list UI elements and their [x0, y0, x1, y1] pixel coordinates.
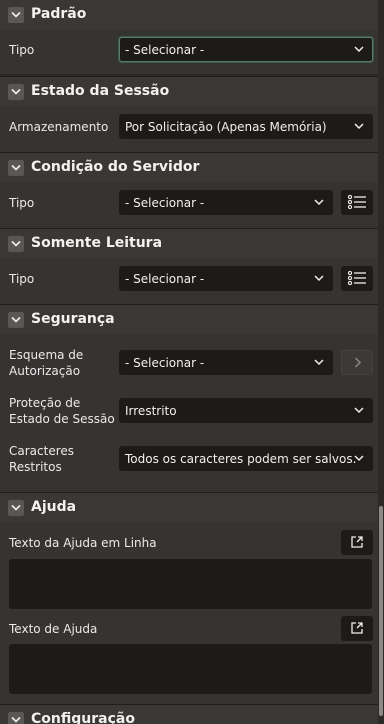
section-title: Padrão [31, 6, 87, 22]
tipo-label: Tipo [9, 43, 35, 57]
list-values-button[interactable] [341, 190, 373, 215]
section-header-padrao[interactable]: Padrão [0, 0, 378, 30]
collapse-toggle[interactable] [8, 500, 24, 516]
tipo-select[interactable]: - Selecionar - [119, 266, 333, 291]
collapse-toggle[interactable] [8, 160, 24, 176]
select-value: - Selecionar - [125, 43, 205, 57]
list-icon [347, 194, 366, 210]
collapse-toggle[interactable] [8, 7, 24, 23]
esquema-autorizacao-select[interactable]: - Selecionar - [119, 350, 333, 375]
section-header-condicao-servidor[interactable]: Condição do Servidor [0, 152, 378, 182]
esquema-autorizacao-label-line2: Autorização [9, 364, 81, 378]
chevron-down-icon [11, 164, 21, 171]
chevron-down-icon [11, 240, 21, 247]
armazenamento-select[interactable]: Por Solicitação (Apenas Memória) [119, 114, 373, 139]
chevron-down-icon [11, 504, 21, 511]
section-header-seguranca[interactable]: Segurança [0, 304, 378, 334]
chevron-down-icon [354, 407, 364, 414]
collapse-toggle[interactable] [8, 312, 24, 328]
protecao-estado-label-line1: Proteção de [9, 396, 81, 410]
chevron-down-icon [354, 455, 364, 462]
section-padrao: Padrão Tipo - Selecionar - [0, 0, 378, 74]
select-value: Irrestrito [125, 404, 177, 418]
section-header-somente-leitura[interactable]: Somente Leitura [0, 228, 378, 258]
select-value: - Selecionar - [125, 356, 205, 370]
list-icon [347, 270, 366, 286]
caracteres-restritos-label-line2: Restritos [9, 460, 62, 474]
section-header-ajuda[interactable]: Ajuda [0, 492, 378, 522]
list-values-button[interactable] [341, 266, 373, 291]
scrollbar-thumb[interactable] [379, 506, 383, 716]
section-title: Ajuda [31, 499, 77, 515]
texto-ajuda-textarea[interactable] [9, 644, 372, 694]
tipo-label: Tipo [9, 196, 35, 210]
select-value: - Selecionar - [125, 272, 205, 286]
collapse-toggle[interactable] [8, 712, 24, 724]
collapse-toggle[interactable] [8, 236, 24, 252]
armazenamento-label: Armazenamento [9, 120, 109, 134]
tipo-select[interactable]: - Selecionar - [119, 37, 373, 62]
chevron-down-icon [314, 359, 324, 366]
section-header-configuracao[interactable]: Configuração [0, 704, 378, 724]
chevron-down-icon [354, 46, 364, 53]
expand-icon [351, 536, 363, 548]
select-value: - Selecionar - [125, 196, 205, 210]
section-title: Configuração [31, 711, 135, 724]
caracteres-restritos-select[interactable]: Todos os caracteres podem ser salvos. [119, 446, 373, 471]
expand-icon [351, 622, 363, 634]
protecao-estado-select[interactable]: Irrestrito [119, 398, 373, 423]
collapse-toggle[interactable] [8, 84, 24, 100]
chevron-down-icon [314, 275, 324, 282]
section-configuracao: Configuração [0, 704, 378, 724]
protecao-estado-label-line2: Estado de Sessão [9, 412, 115, 426]
section-title: Segurança [31, 311, 115, 327]
texto-ajuda-linha-label: Texto da Ajuda em Linha [9, 536, 157, 550]
texto-ajuda-linha-textarea[interactable] [9, 559, 372, 609]
section-seguranca: Segurança Esquema de Autorização - Selec… [0, 304, 378, 492]
chevron-down-icon [354, 123, 364, 130]
expand-editor-button[interactable] [341, 530, 373, 555]
section-title: Somente Leitura [31, 235, 163, 251]
chevron-right-icon [354, 357, 362, 368]
esquema-autorizacao-label-line1: Esquema de [9, 348, 84, 362]
chevron-down-icon [314, 199, 324, 206]
section-title: Estado da Sessão [31, 83, 170, 99]
select-value: Por Solicitação (Apenas Memória) [125, 120, 327, 134]
tipo-label: Tipo [9, 272, 35, 286]
section-somente-leitura: Somente Leitura Tipo - Selecionar - [0, 228, 378, 304]
select-value: Todos os caracteres podem ser salvos. [125, 452, 357, 466]
section-title: Condição do Servidor [31, 159, 200, 175]
chevron-down-icon [11, 88, 21, 95]
section-condicao-servidor: Condição do Servidor Tipo - Selecionar - [0, 152, 378, 228]
chevron-down-icon [11, 316, 21, 323]
section-ajuda: Ajuda Texto da Ajuda em Linha Texto de A… [0, 492, 378, 704]
texto-ajuda-label: Texto de Ajuda [9, 622, 98, 636]
chevron-down-icon [11, 716, 21, 723]
tipo-select[interactable]: - Selecionar - [119, 190, 333, 215]
section-header-estado-sessao[interactable]: Estado da Sessão [0, 76, 378, 106]
go-to-authorization-button[interactable] [341, 350, 373, 375]
chevron-down-icon [11, 11, 21, 18]
expand-editor-button[interactable] [341, 616, 373, 641]
property-editor-panel: Padrão Tipo - Selecionar - Estado da Ses… [0, 0, 378, 724]
section-estado-sessao: Estado da Sessão Armazenamento Por Solic… [0, 76, 378, 152]
caracteres-restritos-label-line1: Caracteres [9, 444, 75, 458]
